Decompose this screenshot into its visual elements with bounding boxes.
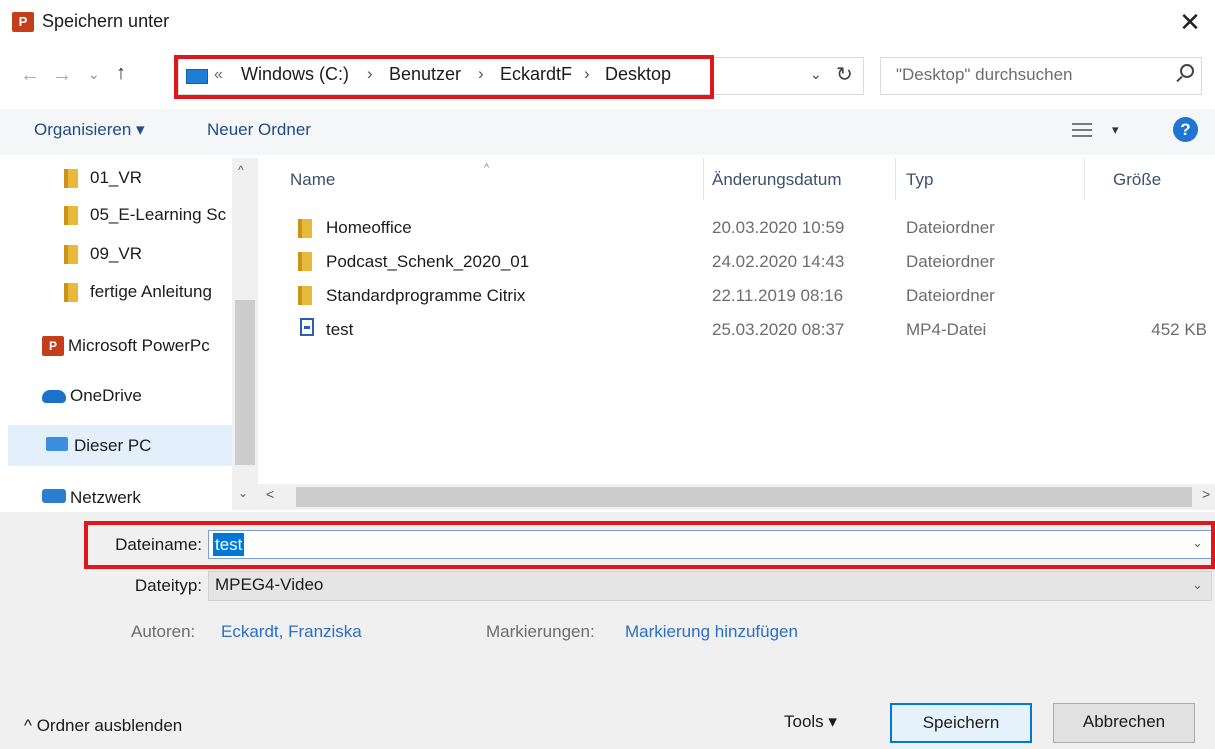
- tags-label: Markierungen:: [486, 622, 595, 641]
- column-divider[interactable]: [1084, 158, 1085, 200]
- add-tag-field[interactable]: Markierung hinzufügen: [625, 622, 798, 642]
- sidebar-item-dieser-pc[interactable]: Dieser PC: [74, 436, 230, 456]
- column-divider[interactable]: [703, 158, 704, 200]
- authors-field[interactable]: Eckardt, Franziska: [221, 622, 362, 642]
- search-icon[interactable]: [1180, 64, 1194, 78]
- organize-button[interactable]: Organisieren ▾: [34, 120, 145, 140]
- column-header-date[interactable]: Änderungsdatum: [712, 170, 841, 190]
- file-date: 22.11.2019 08:16: [712, 286, 844, 305]
- title-bar: [0, 0, 1215, 46]
- file-name[interactable]: Podcast_Schenk_2020_01: [326, 252, 529, 272]
- address-highlight-box: [174, 55, 714, 99]
- sidebar-scroll-thumb[interactable]: [235, 300, 255, 465]
- tools-button[interactable]: Tools ▾: [784, 712, 837, 732]
- column-header-type[interactable]: Typ: [906, 170, 933, 190]
- sidebar-item-09-vr[interactable]: 09_VR: [90, 244, 232, 264]
- folder-icon: [64, 206, 78, 225]
- sidebar-scroll-down-button[interactable]: ⌄: [238, 486, 248, 500]
- refresh-button[interactable]: ↻: [836, 62, 853, 87]
- sidebar-item-05-e-learning[interactable]: 05_E-Learning Sc: [90, 205, 232, 225]
- sidebar-scroll-up-button[interactable]: ^: [238, 163, 244, 177]
- filetype-label: Dateityp:: [134, 576, 202, 595]
- filename-highlight-box: [84, 521, 1215, 569]
- close-button[interactable]: ✕: [1172, 6, 1208, 40]
- help-icon[interactable]: ?: [1173, 117, 1198, 142]
- save-button[interactable]: Speichern: [890, 703, 1032, 743]
- file-date: 24.02.2020 14:43: [712, 252, 845, 271]
- address-dropdown-button[interactable]: ⌄: [810, 66, 822, 83]
- filetype-select[interactable]: [208, 571, 1212, 601]
- folder-icon: [64, 283, 78, 302]
- computer-icon: [46, 437, 68, 451]
- forward-button[interactable]: →: [52, 64, 72, 87]
- scroll-left-button[interactable]: <: [266, 486, 274, 502]
- sidebar-item-01-vr[interactable]: 01_VR: [90, 168, 232, 188]
- file-type: Dateiordner: [906, 286, 995, 305]
- folder-icon: [298, 219, 312, 238]
- window-title: Speichern unter: [42, 11, 170, 31]
- horizontal-scroll-thumb[interactable]: [296, 487, 1192, 507]
- column-header-name[interactable]: Name: [290, 170, 335, 190]
- folder-icon: [64, 245, 78, 264]
- hide-folders-button[interactable]: ^ Ordner ausblenden: [24, 716, 182, 736]
- scroll-right-button[interactable]: >: [1202, 486, 1210, 502]
- command-toolbar: [0, 109, 1215, 155]
- folder-icon: [298, 286, 312, 305]
- file-type: Dateiordner: [906, 252, 995, 271]
- file-name[interactable]: test: [326, 320, 353, 340]
- sidebar-item-microsoft-powerpoint[interactable]: Microsoft PowerPc: [68, 336, 232, 356]
- cancel-button[interactable]: Abbrechen: [1053, 703, 1195, 743]
- new-folder-button[interactable]: Neuer Ordner: [207, 120, 311, 140]
- column-header-size[interactable]: Größe: [1113, 170, 1161, 190]
- powerpoint-icon: P: [42, 336, 64, 356]
- up-button[interactable]: ↑: [116, 62, 126, 85]
- view-dropdown-button[interactable]: ▾: [1112, 122, 1119, 138]
- powerpoint-app-icon: P: [12, 12, 34, 32]
- back-button[interactable]: ←: [20, 64, 40, 87]
- file-name[interactable]: Homeoffice: [326, 218, 412, 238]
- column-divider[interactable]: [895, 158, 896, 200]
- file-date: 20.03.2020 10:59: [712, 218, 845, 237]
- file-size: 452 KB: [1151, 320, 1207, 339]
- file-type: Dateiordner: [906, 218, 995, 237]
- sidebar-item-onedrive[interactable]: OneDrive: [70, 386, 230, 406]
- authors-label: Autoren:: [131, 622, 196, 641]
- folder-icon: [64, 169, 78, 188]
- filetype-dropdown-button[interactable]: ⌄: [1192, 577, 1203, 593]
- video-file-icon: [300, 318, 314, 336]
- sort-indicator-icon: ^: [484, 162, 490, 174]
- view-options-icon[interactable]: [1072, 122, 1092, 138]
- search-placeholder: "Desktop" durchsuchen: [896, 65, 1073, 84]
- filetype-value: MPEG4-Video: [215, 575, 324, 594]
- sidebar-item-netzwerk[interactable]: Netzwerk: [70, 488, 230, 508]
- network-icon: [42, 489, 66, 503]
- recent-locations-button[interactable]: ⌄: [88, 66, 100, 83]
- sidebar-item-fertige-anleitung[interactable]: fertige Anleitung: [90, 282, 232, 302]
- folder-icon: [298, 252, 312, 271]
- file-date: 25.03.2020 08:37: [712, 320, 845, 339]
- file-type: MP4-Datei: [906, 320, 987, 339]
- cloud-icon: [42, 390, 66, 403]
- file-name[interactable]: Standardprogramme Citrix: [326, 286, 525, 306]
